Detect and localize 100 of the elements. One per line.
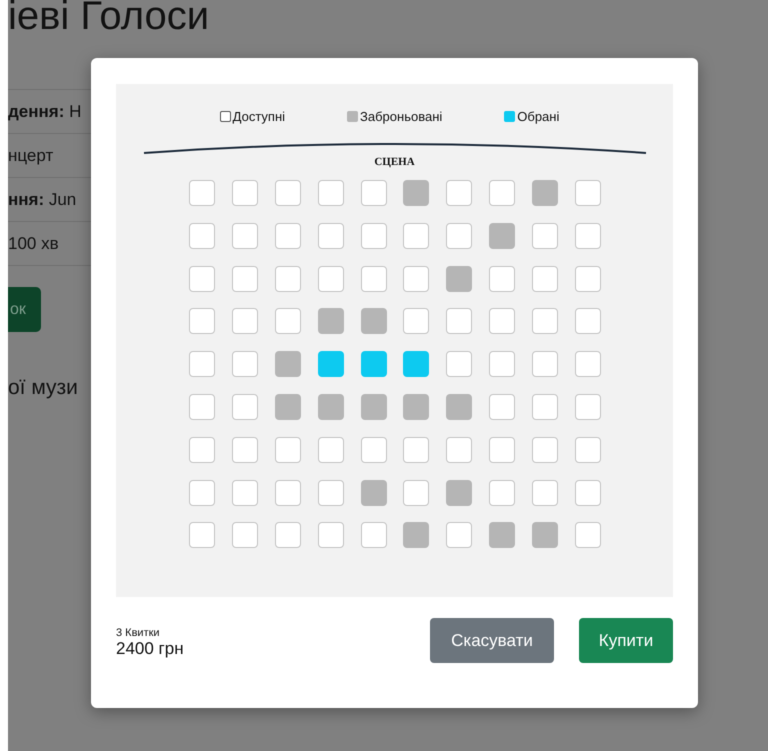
seat[interactable] xyxy=(360,180,387,206)
seat[interactable] xyxy=(189,522,216,548)
seat[interactable] xyxy=(318,180,344,206)
seat[interactable] xyxy=(403,351,430,378)
seat[interactable] xyxy=(532,351,558,378)
seat[interactable] xyxy=(403,522,430,548)
ticket-count: 3 Квитки xyxy=(116,626,161,638)
seat[interactable] xyxy=(488,180,515,206)
seat[interactable] xyxy=(360,222,387,249)
seat[interactable] xyxy=(232,522,258,548)
seat[interactable] xyxy=(318,308,344,334)
seat[interactable] xyxy=(318,222,344,249)
seat[interactable] xyxy=(189,351,216,378)
seat[interactable] xyxy=(488,308,515,334)
seat[interactable] xyxy=(318,480,344,506)
seat[interactable] xyxy=(574,394,601,420)
seat[interactable] xyxy=(232,180,258,206)
seat[interactable] xyxy=(446,394,472,420)
seat[interactable] xyxy=(232,266,258,292)
action-button[interactable]: ок xyxy=(8,287,41,332)
seat[interactable] xyxy=(488,436,515,463)
seat[interactable] xyxy=(189,480,216,506)
seat[interactable] xyxy=(232,308,258,334)
seat[interactable] xyxy=(532,222,558,249)
seat[interactable] xyxy=(403,480,430,506)
seat[interactable] xyxy=(403,180,430,206)
seat[interactable] xyxy=(574,266,601,292)
seat[interactable] xyxy=(360,436,387,463)
seat[interactable] xyxy=(488,522,515,548)
seat[interactable] xyxy=(574,180,601,206)
seat[interactable] xyxy=(574,522,601,548)
seat[interactable] xyxy=(232,394,258,420)
seat[interactable] xyxy=(189,394,216,420)
seat[interactable] xyxy=(275,180,301,206)
seat[interactable] xyxy=(532,180,558,206)
seat[interactable] xyxy=(574,480,601,506)
seat[interactable] xyxy=(275,222,301,249)
seat[interactable] xyxy=(360,394,387,420)
cancel-button[interactable]: Скасувати xyxy=(430,618,554,663)
seat[interactable] xyxy=(574,308,601,334)
seat[interactable] xyxy=(189,308,216,334)
seat[interactable] xyxy=(574,351,601,378)
seat[interactable] xyxy=(488,222,515,249)
seat[interactable] xyxy=(318,266,344,292)
section-heading: ої музи xyxy=(8,376,79,400)
seat[interactable] xyxy=(532,480,558,506)
seat[interactable] xyxy=(446,436,472,463)
seat[interactable] xyxy=(446,266,472,292)
seat[interactable] xyxy=(189,180,216,206)
seat[interactable] xyxy=(446,222,472,249)
seat[interactable] xyxy=(275,394,301,420)
seat[interactable] xyxy=(446,180,472,206)
seat[interactable] xyxy=(275,522,301,548)
seat[interactable] xyxy=(488,266,515,292)
seat[interactable] xyxy=(532,308,558,334)
seat[interactable] xyxy=(446,480,472,506)
seat[interactable] xyxy=(360,351,387,378)
seat[interactable] xyxy=(532,436,558,463)
seat[interactable] xyxy=(232,222,258,249)
seat[interactable] xyxy=(275,351,301,378)
seat[interactable] xyxy=(532,394,558,420)
seat[interactable] xyxy=(318,351,344,378)
seat[interactable] xyxy=(488,394,515,420)
legend-label: Обрані xyxy=(517,109,560,124)
seat[interactable] xyxy=(318,394,344,420)
seat[interactable] xyxy=(275,480,301,506)
seat[interactable] xyxy=(574,436,601,463)
seat[interactable] xyxy=(189,222,216,249)
seat[interactable] xyxy=(403,308,430,334)
seat[interactable] xyxy=(446,351,472,378)
seat[interactable] xyxy=(488,480,515,506)
seat[interactable] xyxy=(275,436,301,463)
total-price: 2400 грн xyxy=(116,638,184,658)
seat[interactable] xyxy=(446,522,472,548)
seat[interactable] xyxy=(318,436,344,463)
seat[interactable] xyxy=(532,266,558,292)
seat[interactable] xyxy=(232,351,258,378)
seat[interactable] xyxy=(275,308,301,334)
seat[interactable] xyxy=(488,351,515,378)
buy-button[interactable]: Купити xyxy=(579,618,673,663)
seat[interactable] xyxy=(189,266,216,292)
seat[interactable] xyxy=(403,266,430,292)
seat[interactable] xyxy=(232,480,258,506)
seat[interactable] xyxy=(446,308,472,334)
seat[interactable] xyxy=(318,522,344,548)
seat[interactable] xyxy=(360,266,387,292)
seat[interactable] xyxy=(275,266,301,292)
seat[interactable] xyxy=(189,436,216,463)
seat[interactable] xyxy=(360,480,387,506)
seat[interactable] xyxy=(403,394,430,420)
seat[interactable] xyxy=(403,222,430,249)
seat[interactable] xyxy=(232,436,258,463)
legend-label: Доступні xyxy=(232,109,286,124)
detail-text: ння: Jun xyxy=(8,190,76,210)
detail-text: дення: Н xyxy=(8,102,82,122)
seat[interactable] xyxy=(360,308,387,334)
seat[interactable] xyxy=(360,522,387,548)
seat[interactable] xyxy=(532,522,558,548)
seat[interactable] xyxy=(403,436,430,463)
seat[interactable] xyxy=(574,222,601,249)
